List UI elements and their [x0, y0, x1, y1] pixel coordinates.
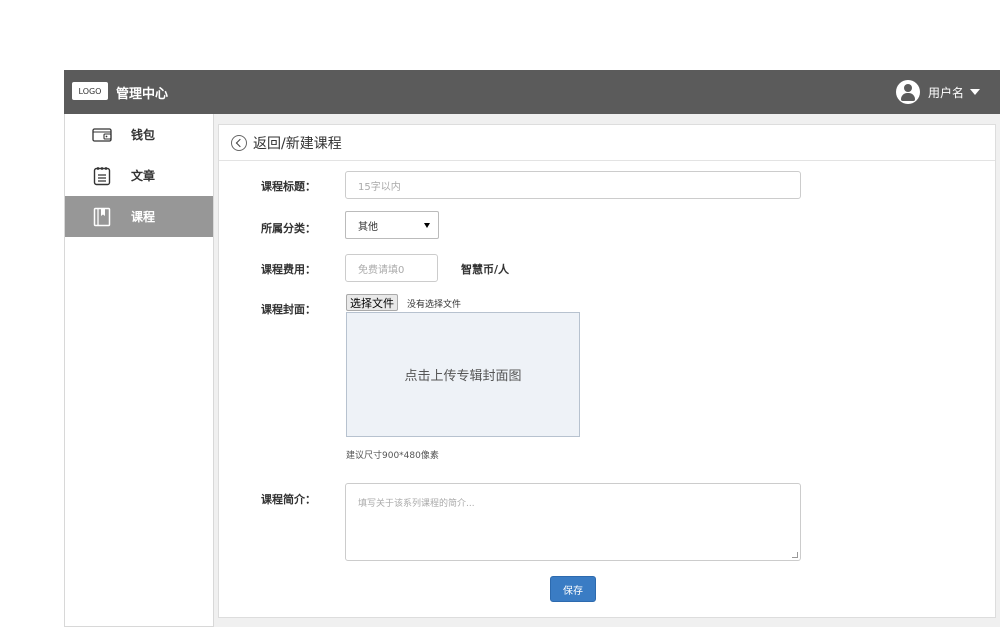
intro-textarea[interactable]: 填写关于该系列课程的简介... [345, 483, 801, 561]
cover-upload-area[interactable]: 点击上传专辑封面图 [346, 312, 580, 437]
intro-label: 课程简介： [261, 493, 316, 506]
intro-placeholder: 填写关于该系列课程的简介... [358, 499, 475, 509]
category-selected-value: 其他 [358, 221, 378, 233]
category-label: 所属分类： [261, 222, 316, 235]
sidebar-item-course[interactable]: 课程 [65, 196, 213, 237]
brand-title: 管理中心 [116, 87, 169, 102]
back-arrow-icon[interactable] [231, 134, 247, 151]
panel-header: 返回/新建课程 [219, 125, 995, 161]
choose-file-button[interactable]: 选择文件 [346, 294, 398, 311]
main-content: 返回/新建课程 课程标题： 15字以内 所属分类： 其他 课程费用： 免费请填0… [214, 114, 1000, 627]
sidebar-item-wallet[interactable]: 钱包 [65, 114, 213, 155]
sidebar-item-label: 课程 [131, 210, 156, 224]
user-menu[interactable]: 用户名 [895, 79, 980, 105]
logo: LOGO [72, 82, 108, 100]
sidebar-item-label: 钱包 [131, 128, 156, 142]
file-status: 没有选择文件 [407, 300, 462, 310]
app-root: LOGO 管理中心 用户名 钱包 文章 课程 返回/新建课程 课程标题： 15字… [64, 70, 1000, 627]
fee-label: 课程费用： [261, 263, 316, 276]
fee-input[interactable]: 免费请填0 [345, 254, 438, 282]
page-title[interactable]: 返回/新建课程 [253, 133, 342, 153]
sidebar-item-label: 文章 [131, 169, 156, 183]
dropdown-arrow-icon [424, 223, 430, 228]
form-panel: 返回/新建课程 课程标题： 15字以内 所属分类： 其他 课程费用： 免费请填0… [218, 124, 996, 618]
sidebar-item-article[interactable]: 文章 [65, 155, 213, 196]
course-title-label: 课程标题： [261, 180, 316, 193]
cover-label: 课程封面： [261, 303, 316, 316]
user-avatar-icon[interactable] [895, 80, 920, 104]
book-icon [92, 207, 112, 226]
category-select[interactable]: 其他 [345, 211, 439, 239]
top-bar: LOGO 管理中心 用户名 [64, 70, 1000, 114]
course-title-input[interactable]: 15字以内 [345, 171, 801, 199]
fee-unit: 智慧币/人 [461, 263, 510, 276]
caret-down-icon[interactable] [970, 89, 980, 95]
sidebar: 钱包 文章 课程 [64, 114, 214, 627]
username[interactable]: 用户名 [928, 84, 964, 101]
resize-handle-icon[interactable] [792, 552, 798, 558]
size-hint: 建议尺寸900*480像素 [346, 451, 439, 461]
wallet-icon [92, 126, 112, 144]
notepad-icon [92, 166, 112, 185]
save-button[interactable]: 保存 [550, 576, 596, 602]
